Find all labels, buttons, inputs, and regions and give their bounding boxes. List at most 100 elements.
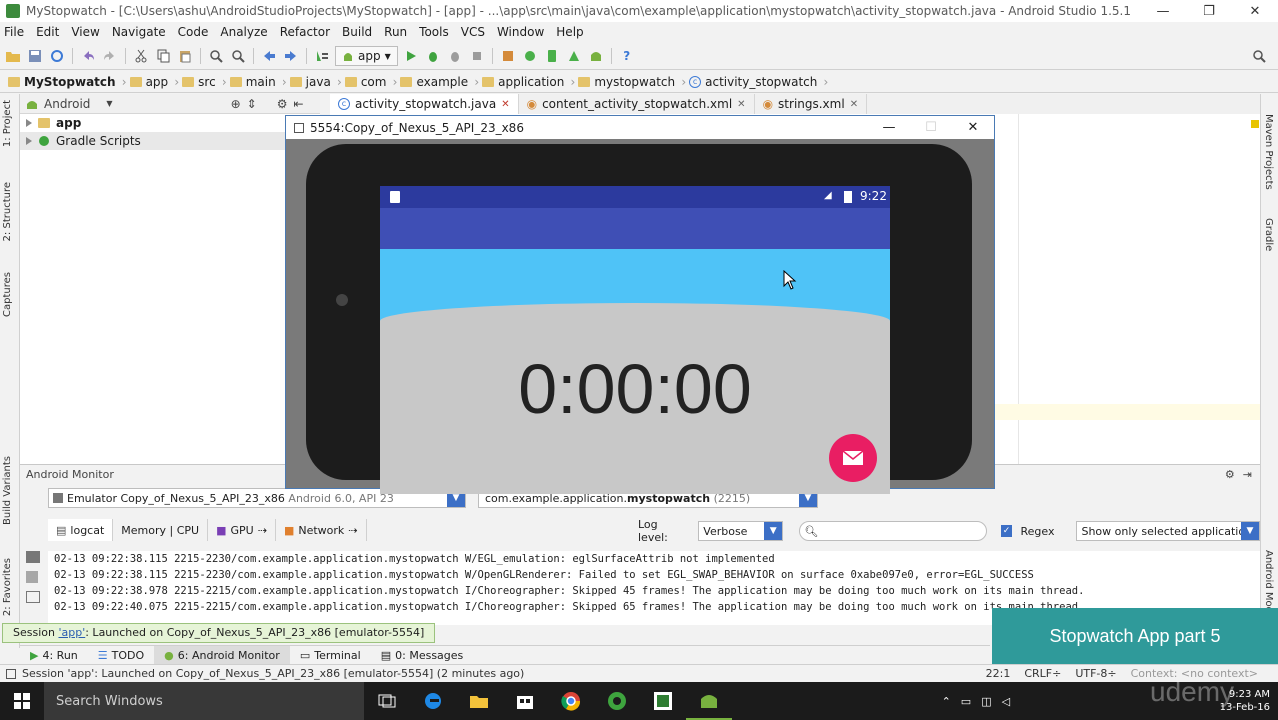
close-tab-icon[interactable]: ✕ [850,99,858,110]
breadcrumb-class[interactable]: c activity_stopwatch [689,75,831,89]
tool-tab-todo[interactable]: ☰ TODO [88,646,154,665]
debug-icon[interactable] [424,47,442,65]
tool-tab-project[interactable]: 1: Project [2,100,13,147]
collapse-icon[interactable]: ⇕ [247,97,257,111]
chevron-down-icon[interactable]: ▼ [106,99,112,108]
tool-tab-favorites[interactable]: 2: Favorites [2,558,13,616]
find-icon[interactable] [207,47,225,65]
line-separator[interactable]: CRLF÷ [1024,667,1061,680]
email-fab-button[interactable] [829,434,877,482]
store-icon[interactable] [502,682,548,720]
breadcrumb-main[interactable]: main [229,75,290,89]
breadcrumb-mystopwatch[interactable]: mystopwatch [578,75,689,89]
search-everywhere-icon[interactable] [1250,47,1268,65]
android-device-monitor-icon[interactable] [587,47,605,65]
minimize-button[interactable]: — [868,120,910,135]
gradle-sync-icon[interactable] [521,47,539,65]
menu-navigate[interactable]: Navigate [112,25,166,39]
replace-icon[interactable] [229,47,247,65]
save-icon[interactable] [26,47,44,65]
taskbar-search[interactable]: Search Windows [44,682,364,720]
log-search-input[interactable]: 🔍︎ [799,521,987,541]
menu-code[interactable]: Code [178,25,209,39]
tool-tab-structure[interactable]: 2: Structure [2,182,13,241]
sync-icon[interactable] [48,47,66,65]
close-tab-icon[interactable]: ✕ [501,99,509,110]
menu-analyze[interactable]: Analyze [220,25,267,39]
tool-tab-maven[interactable]: Maven Projects [1263,114,1274,190]
tab-strings-xml[interactable]: ◉ strings.xml ✕ [755,94,868,114]
breadcrumb-app[interactable]: app [129,75,183,89]
breadcrumb-project[interactable]: MyStopwatch [8,75,130,89]
menu-window[interactable]: Window [497,25,544,39]
close-tab-icon[interactable]: ✕ [737,99,745,110]
filter-select[interactable]: Show only selected application ▼ [1076,521,1260,541]
menu-edit[interactable]: Edit [36,25,59,39]
breadcrumb-com[interactable]: com [344,75,401,89]
project-structure-icon[interactable] [499,47,517,65]
breadcrumb-java[interactable]: java [289,75,345,89]
menu-build[interactable]: Build [342,25,372,39]
status-panel-icon[interactable] [6,668,16,679]
stop-icon[interactable] [468,47,486,65]
cursor-position[interactable]: 22:1 [986,667,1011,680]
breadcrumb-src[interactable]: src [182,75,230,89]
session-notification[interactable]: Session 'app': Launched on Copy_of_Nexus… [2,623,436,643]
tab-gpu[interactable]: ■ GPU ⇢ [208,519,276,541]
device-screen[interactable]: ◢ 9:22 0:00:00 [380,186,890,494]
network-tray-icon[interactable]: ◫ [981,695,991,708]
menu-help[interactable]: Help [556,25,583,39]
sdk-manager-icon[interactable] [565,47,583,65]
edge-icon[interactable] [410,682,456,720]
expand-arrow-icon[interactable] [26,119,32,127]
system-info-icon[interactable] [26,591,40,603]
tree-item-gradle-scripts[interactable]: Gradle Scripts [20,132,320,150]
open-folder-icon[interactable] [4,47,22,65]
tab-logcat[interactable]: ▤ logcat [48,519,114,541]
back-arrow-icon[interactable] [260,47,278,65]
tab-memory-cpu[interactable]: Memory | CPU [113,519,209,541]
menu-file[interactable]: File [4,25,24,39]
tool-tab-terminal[interactable]: ▭ Terminal [290,646,371,665]
restore-button[interactable]: ❐ [1186,0,1232,22]
expand-arrow-icon[interactable] [26,137,32,145]
cut-icon[interactable] [132,47,150,65]
task-view-icon[interactable] [364,682,410,720]
tab-activity-stopwatch-java[interactable]: c activity_stopwatch.java ✕ [330,94,519,114]
detach-icon[interactable]: ⇢ [348,524,357,537]
menu-run[interactable]: Run [384,25,407,39]
tool-tab-captures[interactable]: Captures [2,272,13,317]
copy-icon[interactable] [154,47,172,65]
menu-vcs[interactable]: VCS [461,25,485,39]
tab-network[interactable]: ■ Network ⇢ [276,519,367,541]
menu-tools[interactable]: Tools [419,25,449,39]
minimize-button[interactable]: — [1140,0,1186,22]
log-level-select[interactable]: Verbose ▼ [698,521,784,541]
chrome-icon[interactable] [548,682,594,720]
avd-manager-icon[interactable] [543,47,561,65]
project-view-select[interactable]: Android [44,97,90,111]
undo-icon[interactable] [79,47,97,65]
tool-tab-messages[interactable]: ▤ 0: Messages [371,646,474,665]
camtasia-icon[interactable] [640,682,686,720]
menu-refactor[interactable]: Refactor [280,25,330,39]
emulator-taskbar-icon[interactable] [686,682,732,720]
make-project-icon[interactable] [313,47,331,65]
detach-icon[interactable]: ⇢ [258,524,267,537]
close-button[interactable]: ✕ [1232,0,1278,22]
start-button[interactable] [0,682,44,720]
gear-icon[interactable]: ⚙ [1225,468,1235,481]
attach-debugger-icon[interactable] [446,47,464,65]
breadcrumb-example[interactable]: example [400,75,482,89]
close-button[interactable]: ✕ [952,120,994,135]
tool-tab-android-monitor[interactable]: ● 6: Android Monitor [154,645,290,665]
run-config-select[interactable]: app ▼ [335,46,398,66]
tool-tab-build-variants[interactable]: Build Variants [2,456,13,525]
tab-content-activity-stopwatch-xml[interactable]: ◉ content_activity_stopwatch.xml ✕ [519,94,755,114]
redo-icon[interactable] [101,47,119,65]
maximize-button[interactable]: ☐ [910,120,952,135]
android-studio-taskbar-icon[interactable] [594,682,640,720]
battery-tray-icon[interactable]: ▭ [961,695,971,708]
menu-view[interactable]: View [71,25,99,39]
breadcrumb-application[interactable]: application [482,75,578,89]
